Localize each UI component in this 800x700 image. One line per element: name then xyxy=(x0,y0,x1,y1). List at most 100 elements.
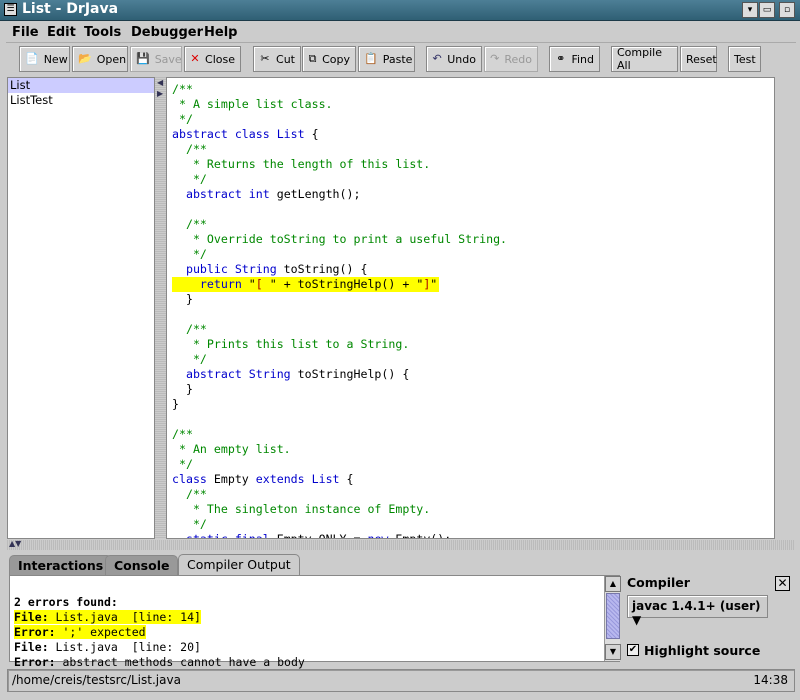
code-line[interactable]: /** xyxy=(172,427,772,442)
document-item[interactable]: ListTest xyxy=(8,93,154,108)
code-line[interactable]: */ xyxy=(172,457,772,472)
expand-right-icon[interactable]: ▶ xyxy=(157,89,163,98)
redo-button[interactable]: ↷ Redo xyxy=(484,46,538,72)
close-button[interactable]: ✕ Close xyxy=(184,46,241,72)
error-summary: 2 errors found: xyxy=(14,595,118,609)
undo-button[interactable]: ↶ Undo xyxy=(426,46,482,72)
code-line[interactable]: * The singleton instance of Empty. xyxy=(172,502,772,517)
code-token: } xyxy=(172,382,193,396)
menu-bar: File Edit Tools Debugger Help xyxy=(6,22,796,43)
code-token: abstract String xyxy=(172,367,291,381)
collapse-left-icon[interactable]: ◀ xyxy=(157,78,163,87)
code-line[interactable]: */ xyxy=(172,247,772,262)
code-token: /** xyxy=(172,427,193,441)
code-line[interactable]: * Returns the length of this list. xyxy=(172,157,772,172)
code-line[interactable]: * Override toString to print a useful St… xyxy=(172,232,772,247)
code-line[interactable] xyxy=(172,307,772,322)
code-editor[interactable]: /** * A simple list class. */abstract cl… xyxy=(166,77,775,539)
code-line[interactable]: abstract int getLength(); xyxy=(172,187,772,202)
open-label: Open xyxy=(96,52,127,66)
code-line[interactable] xyxy=(172,202,772,217)
copy-button[interactable]: ⧉ Copy xyxy=(302,46,356,72)
open-button[interactable]: 📂 Open xyxy=(72,46,128,72)
tab-console[interactable]: Console xyxy=(105,555,179,575)
menu-file[interactable]: File xyxy=(12,25,39,40)
collapse-up-icon[interactable]: ▲▼ xyxy=(9,539,21,548)
menu-debugger[interactable]: Debugger xyxy=(131,25,203,40)
error-file-line[interactable]: File: List.java [line: 14] xyxy=(14,610,201,624)
cut-label: Cut xyxy=(276,52,295,66)
binoculars-icon: ⚭ xyxy=(556,52,566,65)
error-message-line[interactable]: Error: ';' expected xyxy=(14,625,146,639)
code-token: public String xyxy=(172,262,277,276)
code-line[interactable]: /** xyxy=(172,82,772,97)
test-label: Test xyxy=(734,52,756,66)
test-button[interactable]: Test xyxy=(728,46,761,72)
scroll-thumb[interactable] xyxy=(606,593,620,639)
vertical-splitter[interactable]: ◀ ▶ xyxy=(155,77,166,539)
window-menu-icon[interactable]: ☰ xyxy=(4,3,17,16)
code-line[interactable] xyxy=(172,412,772,427)
output-scrollbar[interactable]: ▲ ▼ xyxy=(604,576,621,661)
code-line[interactable]: */ xyxy=(172,517,772,532)
menu-tools[interactable]: Tools xyxy=(84,25,121,40)
error-file-line[interactable]: File: List.java [line: 20] xyxy=(14,640,201,654)
code-line[interactable]: abstract String toStringHelp() { xyxy=(172,367,772,382)
highlight-source-checkbox[interactable]: ✔ xyxy=(627,644,639,656)
close-label: Close xyxy=(205,52,235,66)
close-window-button[interactable]: ▫ xyxy=(779,2,795,18)
code-line[interactable]: * A simple list class. xyxy=(172,97,772,112)
menu-edit[interactable]: Edit xyxy=(47,25,76,40)
minimize-button[interactable]: ▾ xyxy=(742,2,758,18)
compile-all-button[interactable]: Compile All xyxy=(611,46,678,72)
tab-compiler-output[interactable]: Compiler Output xyxy=(178,554,300,575)
close-panel-icon[interactable]: ✕ xyxy=(775,576,790,591)
find-button[interactable]: ⚭ Find xyxy=(549,46,600,72)
reset-button[interactable]: Reset xyxy=(680,46,717,72)
code-line[interactable]: } xyxy=(172,292,772,307)
code-line[interactable]: } xyxy=(172,382,772,397)
code-line[interactable]: /** xyxy=(172,217,772,232)
code-line[interactable]: class Empty extends List { xyxy=(172,472,772,487)
redo-icon: ↷ xyxy=(490,52,500,65)
code-line[interactable]: * Prints this list to a String. xyxy=(172,337,772,352)
code-line[interactable]: abstract class List { xyxy=(172,127,772,142)
maximize-button[interactable]: ▭ xyxy=(759,2,775,18)
code-line[interactable]: /** xyxy=(172,322,772,337)
document-item[interactable]: List xyxy=(8,78,154,93)
code-token: [ xyxy=(255,277,270,291)
scroll-up-button[interactable]: ▲ xyxy=(605,576,621,592)
code-line[interactable]: return "[ " + toStringHelp() + "]" xyxy=(172,277,439,292)
folder-icon: 📂 xyxy=(78,52,92,65)
code-line[interactable]: * An empty list. xyxy=(172,442,772,457)
error-message: abstract methods cannot have a body xyxy=(55,655,305,669)
code-line[interactable]: static final Empty ONLY = new Empty(); xyxy=(172,532,772,538)
menu-help[interactable]: Help xyxy=(204,25,237,40)
status-bar: /home/creis/testsrc/List.java 14:38 xyxy=(7,669,795,692)
new-button[interactable]: 📄 New xyxy=(19,46,70,72)
code-line[interactable]: */ xyxy=(172,112,772,127)
code-line[interactable]: } xyxy=(172,397,772,412)
scroll-down-button[interactable]: ▼ xyxy=(605,644,621,660)
code-line[interactable]: public String toString() { xyxy=(172,262,772,277)
paste-button[interactable]: 📋 Paste xyxy=(358,46,415,72)
code-line[interactable]: /** xyxy=(172,487,772,502)
file-path: /home/creis/testsrc/List.java xyxy=(12,673,181,687)
code-line[interactable]: */ xyxy=(172,352,772,367)
code-line[interactable]: /** xyxy=(172,142,772,157)
code-token: * A simple list class. xyxy=(172,97,333,111)
new-file-icon: 📄 xyxy=(25,52,39,65)
error-message: ';' expected xyxy=(55,625,146,639)
tab-interactions[interactable]: Interactions xyxy=(9,555,113,575)
error-message-line[interactable]: Error: abstract methods cannot have a bo… xyxy=(14,655,305,669)
cut-button[interactable]: ✂ Cut xyxy=(253,46,301,72)
code-text[interactable]: /** * A simple list class. */abstract cl… xyxy=(172,82,772,538)
code-token: abstract class List xyxy=(172,127,305,141)
compiler-output-pane[interactable]: 2 errors found: File: List.java [line: 1… xyxy=(9,575,621,669)
save-button[interactable]: 💾 Save xyxy=(130,46,182,72)
code-token: * The singleton instance of Empty. xyxy=(172,502,431,516)
code-line[interactable]: */ xyxy=(172,172,772,187)
horizontal-splitter[interactable]: ▲▼ xyxy=(7,539,795,550)
code-token: /** xyxy=(172,487,207,501)
compiler-select[interactable]: javac 1.4.1+ (user) ▼ xyxy=(627,595,768,627)
